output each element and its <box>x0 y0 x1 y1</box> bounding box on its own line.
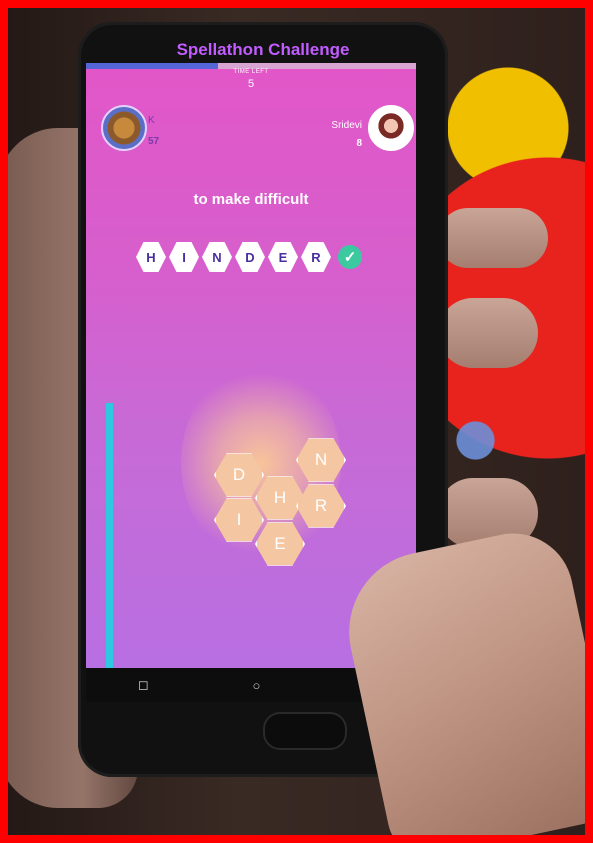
player-avatar-left <box>101 105 147 151</box>
answer-letter: N <box>202 241 232 273</box>
answer-row: H I N D E R ✓ <box>136 241 362 273</box>
blue-flower-pattern <box>448 403 503 478</box>
clue-text: to make difficult <box>193 191 309 208</box>
answer-letter: I <box>169 241 199 273</box>
player-right-name: Sridevi <box>331 120 362 131</box>
check-icon: ✓ <box>338 245 362 269</box>
video-frame: TIME LEFT 5 K 57 Sridevi 8 to make diffi… <box>0 0 593 843</box>
time-left-value: 5 <box>247 78 255 90</box>
answer-letter: D <box>235 241 265 273</box>
player-avatar-right <box>368 105 414 151</box>
physical-home-button[interactable] <box>263 712 347 750</box>
side-progress-bar <box>106 403 113 668</box>
app-title: Spellathon Challenge <box>176 40 350 59</box>
time-left-label: TIME LEFT <box>233 69 269 75</box>
finger <box>438 298 538 368</box>
game-screen: TIME LEFT 5 K 57 Sridevi 8 to make diffi… <box>86 63 416 668</box>
finger <box>438 208 548 268</box>
player-left-score: 57 <box>148 136 160 147</box>
answer-letter: E <box>268 241 298 273</box>
home-icon[interactable]: ○ <box>252 678 260 693</box>
answer-letter: R <box>301 241 331 273</box>
answer-letter: H <box>136 241 166 273</box>
player-right-score: 8 <box>356 138 362 149</box>
recent-apps-icon[interactable]: ◻ <box>138 677 149 693</box>
player-left-name: K <box>148 115 155 126</box>
